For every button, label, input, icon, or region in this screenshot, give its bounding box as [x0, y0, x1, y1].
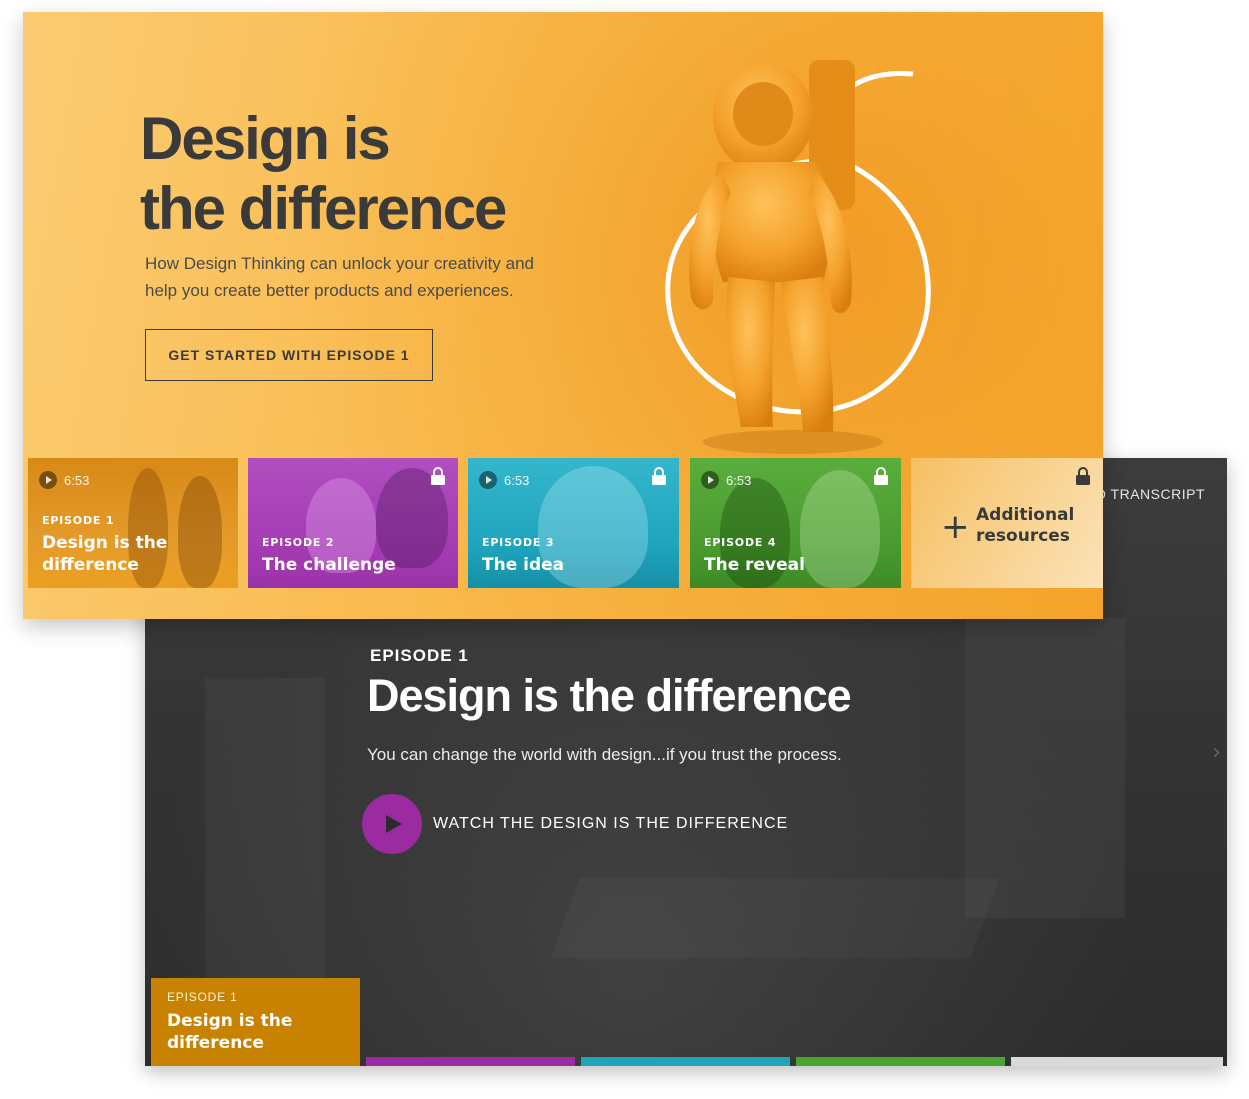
- watch-label[interactable]: WATCH THE DESIGN IS THE DIFFERENCE: [433, 815, 788, 833]
- current-episode-eyebrow: EPISODE 1: [167, 990, 238, 1004]
- astronaut-illustration: [665, 60, 931, 454]
- episode-1-thumbnail: [178, 476, 222, 588]
- episode-4-thumbnail: [800, 470, 880, 588]
- episode-card-1[interactable]: 6:53 EPISODE 1 Design is the difference: [28, 458, 238, 588]
- episode-1-duration: 6:53: [39, 471, 89, 489]
- play-icon: [479, 471, 497, 489]
- episode-3-duration: 6:53: [479, 471, 529, 489]
- episode-3-title: The idea: [482, 555, 565, 575]
- lock-icon: [1076, 467, 1090, 485]
- additional-resources-card[interactable]: + Additional resources: [911, 458, 1103, 588]
- episode-eyebrow: EPISODE 1: [370, 646, 469, 665]
- play-icon: [39, 471, 57, 489]
- episode-4-title: The reveal: [704, 555, 805, 575]
- lock-icon: [652, 467, 666, 485]
- episode-4-strip[interactable]: [796, 1057, 1005, 1066]
- play-icon: [701, 471, 719, 489]
- episode-2-eyebrow: EPISODE 2: [262, 536, 335, 549]
- episode-3-eyebrow: EPISODE 3: [482, 536, 555, 549]
- watch-episode-button[interactable]: WATCH THE DESIGN IS THE DIFFERENCE: [362, 794, 788, 854]
- lock-icon: [874, 467, 888, 485]
- get-started-button[interactable]: GET STARTED WITH EPISODE 1: [145, 329, 433, 381]
- chevron-right-icon[interactable]: ›: [1212, 740, 1221, 765]
- resources-strip[interactable]: [1011, 1057, 1223, 1066]
- hero-panel: Design is the difference How Design Thin…: [23, 12, 1103, 619]
- episode-2-strip[interactable]: [366, 1057, 575, 1066]
- episode-card-3[interactable]: 6:53 EPISODE 3 The idea: [468, 458, 679, 588]
- current-episode-title: Design is the difference: [167, 1011, 293, 1053]
- episode-card-4[interactable]: 6:53 EPISODE 4 The reveal: [690, 458, 901, 588]
- hero-title: Design is the difference: [140, 105, 507, 242]
- office-background-shape: [550, 878, 999, 958]
- episode-1-title: Design is the difference: [42, 533, 168, 575]
- episode-description: You can change the world with design...i…: [367, 745, 842, 764]
- episode-4-duration: 6:53: [701, 471, 751, 489]
- office-background-shape: [965, 618, 1125, 918]
- episode-4-eyebrow: EPISODE 4: [704, 536, 777, 549]
- episode-1-eyebrow: EPISODE 1: [42, 514, 115, 527]
- additional-resources-label: Additional resources: [976, 505, 1075, 546]
- episode-card-2[interactable]: EPISODE 2 The challenge: [248, 458, 458, 588]
- play-icon[interactable]: [362, 794, 422, 854]
- plus-icon: +: [941, 507, 970, 547]
- transcript-link[interactable]: O TRANSCRIPT: [1095, 486, 1205, 502]
- episode-2-title: The challenge: [262, 555, 396, 575]
- lock-icon: [431, 467, 445, 485]
- hero-subtitle: How Design Thinking can unlock your crea…: [145, 254, 534, 300]
- episode-3-strip[interactable]: [581, 1057, 790, 1066]
- episode-title: Design is the difference: [367, 670, 852, 721]
- office-background-shape: [205, 678, 325, 978]
- current-episode-card[interactable]: EPISODE 1 Design is the difference: [151, 978, 360, 1066]
